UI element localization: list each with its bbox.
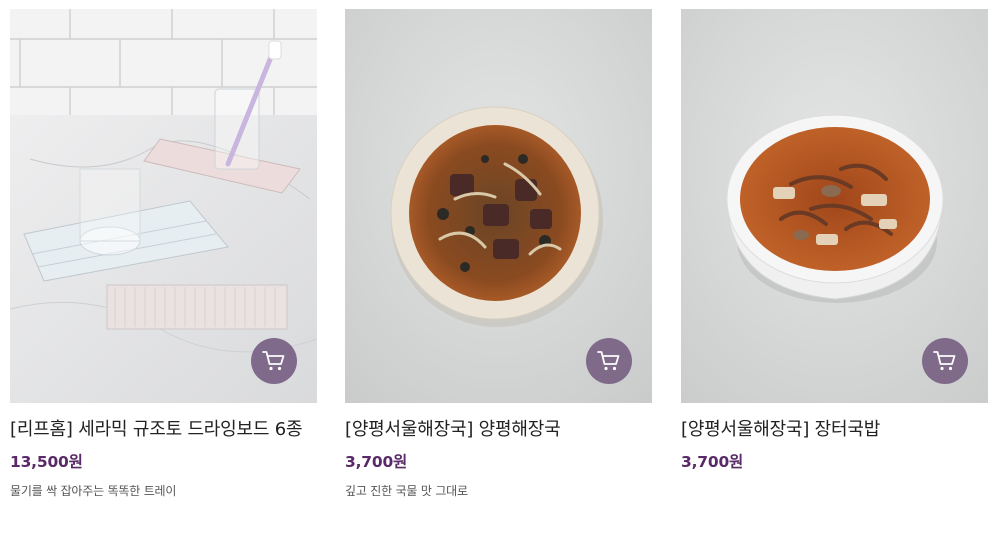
shopping-cart-icon: [262, 351, 285, 371]
shopping-cart-icon: [933, 351, 956, 371]
product-description: 물기를 싹 잡아주는 똑똑한 트레이: [10, 484, 177, 498]
add-to-cart-button[interactable]: [251, 338, 297, 384]
shopping-cart-icon: [597, 351, 620, 371]
product-price: 3,700원: [345, 453, 408, 471]
product-info: [양평서울해장국] 장터국밥 3,700원: [681, 403, 988, 473]
product-grid: [리프홈] 세라믹 규조토 드라잉보드 6종 13,500원 물기를 싹 잡아주…: [0, 0, 997, 536]
product-card: [리프홈] 세라믹 규조토 드라잉보드 6종 13,500원 물기를 싹 잡아주…: [10, 9, 317, 500]
product-card: [양평서울해장국] 양평해장국 3,700원 깊고 진한 국물 맛 그대로: [345, 9, 652, 500]
product-name[interactable]: [리프홈] 세라믹 규조토 드라잉보드 6종: [10, 415, 310, 445]
product-name[interactable]: [양평서울해장국] 양평해장국: [345, 415, 645, 445]
product-info: [리프홈] 세라믹 규조토 드라잉보드 6종 13,500원 물기를 싹 잡아주…: [10, 403, 317, 500]
product-image-link[interactable]: [345, 9, 652, 403]
product-name[interactable]: [양평서울해장국] 장터국밥: [681, 415, 981, 445]
product-image-link[interactable]: [681, 9, 988, 403]
add-to-cart-button[interactable]: [586, 338, 632, 384]
product-price: 13,500원: [10, 453, 83, 471]
add-to-cart-button[interactable]: [922, 338, 968, 384]
product-description: 깊고 진한 국물 맛 그대로: [345, 484, 468, 498]
product-price: 3,700원: [681, 453, 744, 471]
product-info: [양평서울해장국] 양평해장국 3,700원 깊고 진한 국물 맛 그대로: [345, 403, 652, 500]
product-image-link[interactable]: [10, 9, 317, 403]
product-card: [양평서울해장국] 장터국밥 3,700원: [681, 9, 988, 482]
